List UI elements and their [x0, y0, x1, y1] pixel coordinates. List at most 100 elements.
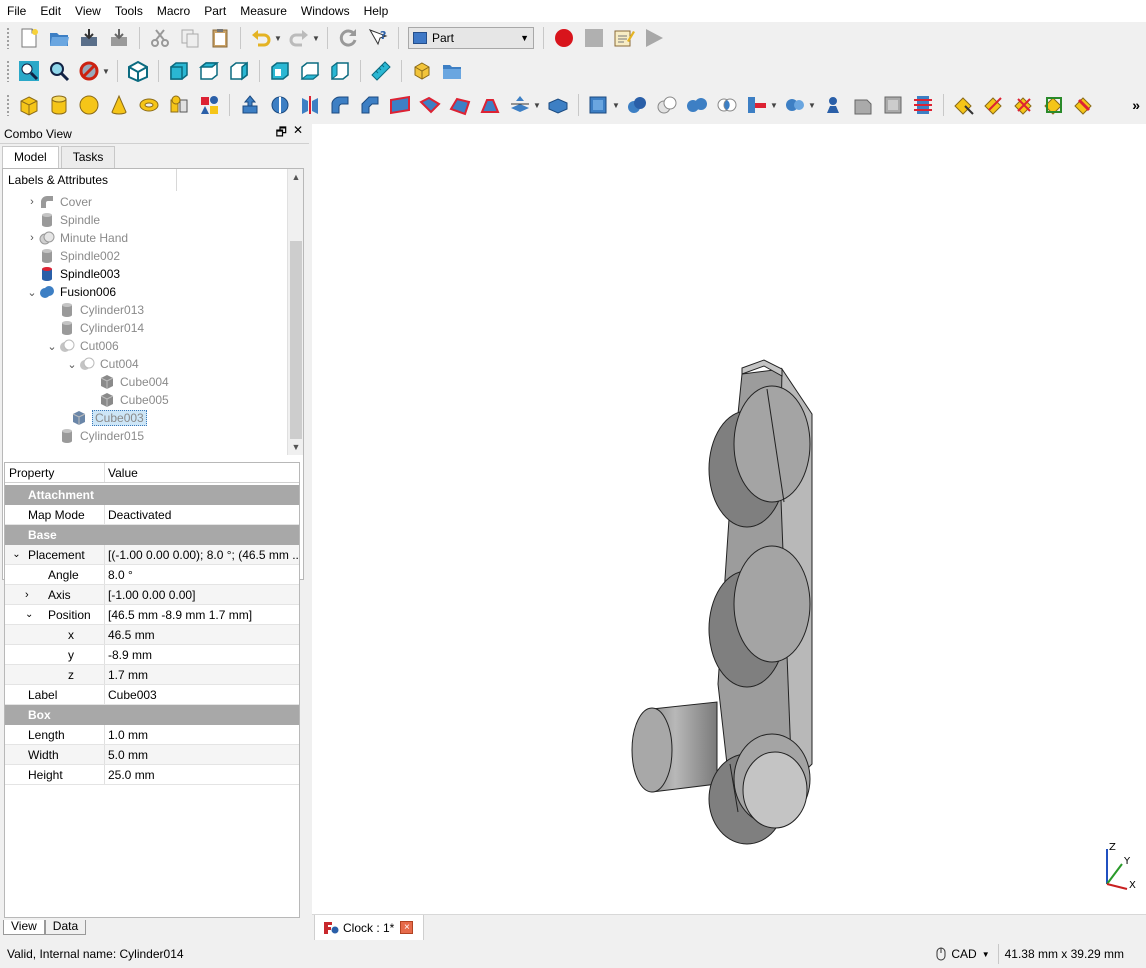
undo-button[interactable]: [247, 24, 275, 52]
toolbar-grip[interactable]: [6, 60, 10, 82]
tree-item-minute-hand[interactable]: › Minute Hand: [25, 229, 128, 247]
property-value[interactable]: Cube003: [105, 685, 299, 704]
property-row-placement[interactable]: ⌄ Placement [(-1.00 0.00 0.00); 8.0 °; (4…: [5, 545, 299, 565]
create-group-button[interactable]: [438, 57, 466, 85]
right-view-button[interactable]: [225, 57, 253, 85]
cube-primitive-button[interactable]: [15, 91, 43, 119]
tree-item-cylinder014[interactable]: Cylinder014: [45, 319, 144, 337]
fit-selection-button[interactable]: [45, 57, 73, 85]
measure-clear-button[interactable]: [1040, 91, 1068, 119]
tree-scrollbar[interactable]: ▲ ▼: [287, 169, 303, 455]
refresh-button[interactable]: [334, 24, 362, 52]
save-as-button[interactable]: [105, 24, 133, 52]
create-part-button[interactable]: [408, 57, 436, 85]
navigation-style-selector[interactable]: CAD ▼: [928, 947, 997, 961]
tree-item-spindle003[interactable]: Spindle003: [25, 265, 120, 283]
tree-item-fusion006[interactable]: ⌄ Fusion006: [25, 283, 116, 301]
measure-toggle-button[interactable]: [1070, 91, 1098, 119]
property-value[interactable]: [(-1.00 0.00 0.00); 8.0 °; (46.5 mm ...: [105, 545, 299, 564]
property-value[interactable]: [46.5 mm -8.9 mm 1.7 mm]: [105, 605, 299, 624]
thickness-button[interactable]: [544, 91, 572, 119]
menu-file[interactable]: File: [0, 0, 33, 22]
boolean-button[interactable]: [623, 91, 651, 119]
property-value[interactable]: -8.9 mm: [105, 645, 299, 664]
menu-help[interactable]: Help: [357, 0, 396, 22]
tree-item-cut004[interactable]: ⌄ Cut004: [65, 355, 138, 373]
property-row-z[interactable]: z 1.7 mm: [5, 665, 299, 685]
rear-view-button[interactable]: [266, 57, 294, 85]
3d-viewport[interactable]: Z Y X: [312, 124, 1146, 914]
open-button[interactable]: [45, 24, 73, 52]
toolbar-grip[interactable]: [6, 94, 10, 116]
section-button[interactable]: [506, 91, 534, 119]
tab-tasks[interactable]: Tasks: [60, 146, 116, 168]
property-row-x[interactable]: x 46.5 mm: [5, 625, 299, 645]
tube-button[interactable]: [165, 91, 193, 119]
defeaturing-button[interactable]: [849, 91, 877, 119]
chamfer-button[interactable]: [356, 91, 384, 119]
split-button[interactable]: [781, 91, 809, 119]
cut-boolean-button[interactable]: [653, 91, 681, 119]
undo-dropdown-arrow[interactable]: ▼: [274, 34, 282, 43]
chevron-down-icon[interactable]: ⌄: [25, 286, 39, 299]
paste-button[interactable]: [206, 24, 234, 52]
measure-refresh-button[interactable]: [1010, 91, 1038, 119]
menu-view[interactable]: View: [68, 0, 108, 22]
cylinder-primitive-button[interactable]: [45, 91, 73, 119]
chevron-down-icon[interactable]: ⌄: [45, 340, 59, 353]
close-icon[interactable]: ×: [400, 921, 414, 934]
left-view-button[interactable]: [326, 57, 354, 85]
redo-dropdown-arrow[interactable]: ▼: [312, 34, 320, 43]
property-row-map-mode[interactable]: Map Mode Deactivated: [5, 505, 299, 525]
tab-data[interactable]: Data: [44, 920, 87, 935]
undock-icon[interactable]: 🗗: [276, 123, 287, 144]
cone-primitive-button[interactable]: [105, 91, 133, 119]
tab-model[interactable]: Model: [2, 146, 59, 168]
new-document-button[interactable]: [15, 24, 43, 52]
tab-view[interactable]: View: [3, 920, 45, 935]
join-dropdown-arrow[interactable]: ▼: [770, 101, 778, 110]
check-geometry-button[interactable]: [819, 91, 847, 119]
fit-all-button[interactable]: [15, 57, 43, 85]
property-row-length[interactable]: Length 1.0 mm: [5, 725, 299, 745]
fusion-button[interactable]: [683, 91, 711, 119]
property-value[interactable]: [-1.00 0.00 0.00]: [105, 585, 299, 604]
section-dropdown-arrow[interactable]: ▼: [533, 101, 541, 110]
chevron-down-icon[interactable]: ⌄: [65, 358, 79, 371]
extrude-button[interactable]: [236, 91, 264, 119]
macro-record-button[interactable]: [550, 24, 578, 52]
chevron-down-icon[interactable]: ⌄: [5, 549, 28, 560]
common-button[interactable]: [713, 91, 741, 119]
front-view-button[interactable]: [165, 57, 193, 85]
measure-distance-button[interactable]: [367, 57, 395, 85]
split-dropdown-arrow[interactable]: ▼: [808, 101, 816, 110]
menu-edit[interactable]: Edit: [33, 0, 68, 22]
property-value[interactable]: 1.7 mm: [105, 665, 299, 684]
tree-item-cylinder015[interactable]: Cylinder015: [45, 427, 144, 445]
property-value[interactable]: 1.0 mm: [105, 725, 299, 744]
macro-edit-button[interactable]: [610, 24, 638, 52]
redo-button[interactable]: [285, 24, 313, 52]
scroll-down-icon[interactable]: ▼: [288, 439, 304, 455]
mirror-button[interactable]: [296, 91, 324, 119]
workbench-selector[interactable]: Part ▼: [408, 27, 534, 49]
toolbar-grip[interactable]: [6, 27, 10, 49]
property-row-angle[interactable]: Angle 8.0 °: [5, 565, 299, 585]
macro-run-button[interactable]: [640, 24, 668, 52]
projection-button[interactable]: [879, 91, 907, 119]
clock-hand-model[interactable]: Z Y X: [312, 124, 1146, 914]
menu-tools[interactable]: Tools: [108, 0, 150, 22]
property-row-width[interactable]: Width 5.0 mm: [5, 745, 299, 765]
torus-primitive-button[interactable]: [135, 91, 163, 119]
isometric-view-button[interactable]: [124, 57, 152, 85]
menu-part[interactable]: Part: [197, 0, 233, 22]
draw-style-button[interactable]: [75, 57, 103, 85]
chevron-right-icon[interactable]: ›: [5, 589, 48, 601]
tree-item-cube003[interactable]: Cube003: [71, 409, 147, 427]
revolve-button[interactable]: [266, 91, 294, 119]
join-features-button[interactable]: [743, 91, 771, 119]
save-button[interactable]: [75, 24, 103, 52]
document-tab-clock[interactable]: Clock : 1* ×: [314, 915, 424, 941]
tree-item-spindle002[interactable]: Spindle002: [25, 247, 120, 265]
primitives-button[interactable]: [195, 91, 223, 119]
